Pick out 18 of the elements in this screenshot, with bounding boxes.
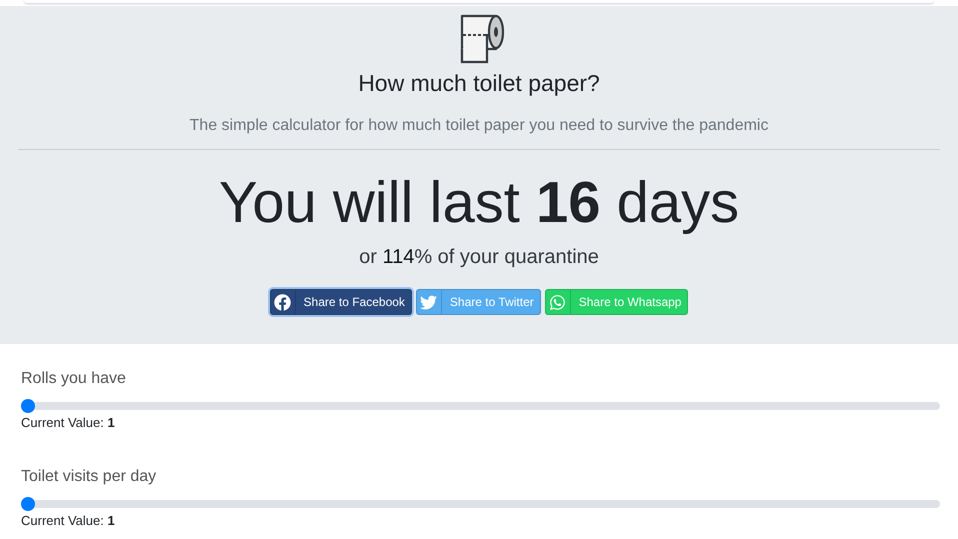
slider-track[interactable] bbox=[21, 402, 940, 410]
slider-track[interactable] bbox=[21, 500, 940, 508]
slider-thumb[interactable] bbox=[21, 399, 35, 413]
share-button[interactable]: Share to Facebook bbox=[270, 289, 412, 315]
result-detail: or 114% of your quarantine bbox=[359, 246, 599, 269]
current-value: Current Value: 1 bbox=[21, 415, 116, 430]
current-value: Current Value: 1 bbox=[21, 513, 116, 528]
chat-bubble-icon bbox=[549, 294, 566, 310]
share-button[interactable]: Share to Twitter bbox=[416, 289, 541, 315]
result-headline: You will last 16 days bbox=[218, 169, 740, 237]
slider-label: Toilet visits per day bbox=[21, 468, 158, 486]
facebook-icon bbox=[274, 294, 292, 310]
bird-icon bbox=[420, 294, 438, 310]
share-button[interactable]: Share to Whatsapp bbox=[544, 289, 688, 315]
page-title: How much toilet paper? bbox=[358, 70, 600, 97]
slider-thumb[interactable] bbox=[21, 497, 35, 511]
subtitle: The simple calculator for how much toilet paper you need to survive the pandemic bbox=[190, 117, 768, 135]
slider-label: Rolls you have bbox=[21, 370, 127, 388]
